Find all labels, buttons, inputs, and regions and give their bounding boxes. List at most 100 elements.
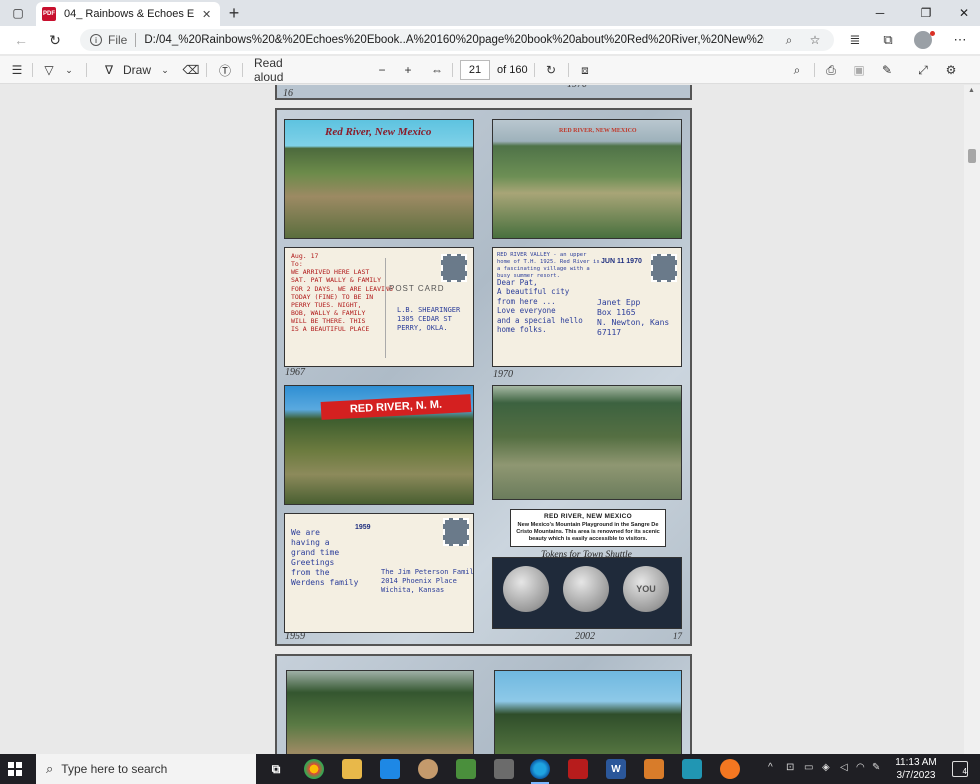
page-total: of 160 — [497, 64, 528, 76]
battery-icon[interactable]: ▭ — [804, 762, 813, 773]
url-text[interactable]: D:/04_%20Rainbows%20&%20Echoes%20Ebook..… — [144, 34, 764, 46]
postmark: JUN 11 1970 — [601, 258, 642, 265]
browser-tab[interactable]: PDF 04_ Rainbows & Echoes Ebook... ✕ — [36, 2, 220, 26]
restore-button[interactable]: ❐ — [906, 0, 946, 26]
caption-title: RED RIVER, NEW MEXICO — [544, 513, 632, 520]
taskbar: ⌕ Type here to search ⧉ W ^ ⊡ ▭ ◈ ◁ ◠ ✎ … — [0, 754, 980, 784]
show-hidden-icons-icon[interactable]: ^ — [768, 762, 773, 773]
postcard-back: We are having a grand time Greetings fro… — [284, 513, 474, 633]
caption-box: RED RIVER, NEW MEXICO New Mexico's Mount… — [510, 509, 666, 547]
close-window-button[interactable]: ✕ — [944, 0, 980, 26]
save-as-icon[interactable]: ✎ — [878, 61, 896, 79]
omnibox[interactable]: i File D:/04_%20Rainbows%20&%20Echoes%20… — [80, 29, 834, 51]
app-icon[interactable] — [456, 759, 476, 779]
start-button[interactable] — [8, 762, 22, 776]
refresh-button[interactable]: ↻ — [44, 30, 66, 50]
taskbar-clock[interactable]: 11:13 AM 3/7/2023 — [888, 756, 944, 782]
page-number-input[interactable]: 21 — [460, 60, 490, 80]
read-aloud-button[interactable]: Read aloud — [254, 56, 312, 84]
settings-gear-icon[interactable]: ⚙ — [942, 61, 960, 79]
highlight-dropdown-icon[interactable]: ⌄ — [62, 61, 76, 79]
notification-center-icon[interactable]: 4 — [952, 761, 968, 777]
handwritten-note: Aug. 17 To: WE ARRIVED HERE LAST SAT. PA… — [291, 252, 393, 334]
scroll-thumb[interactable] — [968, 149, 976, 163]
network-icon[interactable]: ⊡ — [786, 762, 794, 773]
shuttle-token — [503, 566, 549, 612]
clock-time: 11:13 AM — [895, 757, 937, 768]
page-number: 16 — [283, 88, 293, 99]
language-icon[interactable]: ✎ — [872, 762, 880, 773]
postcard-back: RED RIVER VALLEY - an upper home of T.H.… — [492, 247, 682, 367]
toolbar-separator — [206, 63, 207, 77]
favorites-icon[interactable]: ≣ — [845, 31, 865, 49]
shuttle-token: YOU — [623, 566, 669, 612]
edge-icon[interactable] — [530, 759, 550, 779]
print-icon[interactable]: ⎙ — [822, 61, 840, 79]
info-icon[interactable]: i — [90, 34, 102, 46]
app-icon[interactable] — [644, 759, 664, 779]
find-icon[interactable]: ⌕ — [788, 61, 806, 79]
add-text-icon[interactable]: Ⓣ — [216, 61, 234, 79]
page-view-icon[interactable]: ⧈ — [576, 61, 594, 79]
taskbar-search[interactable]: ⌕ Type here to search — [36, 754, 256, 784]
draw-button[interactable]: Draw — [122, 61, 152, 79]
more-menu-icon[interactable]: ⋯ — [950, 31, 970, 49]
draw-dropdown-icon[interactable]: ⌄ — [158, 61, 172, 79]
wifi-icon[interactable]: ◠ — [856, 762, 865, 773]
pdf-viewer[interactable]: 16 1972 1970 Red River, New Mexico RED R… — [0, 85, 980, 754]
new-tab-button[interactable]: + — [224, 3, 244, 23]
search-placeholder: Type here to search — [61, 762, 168, 776]
zoom-in-icon[interactable]: + — [400, 61, 416, 79]
postcard-photo — [286, 670, 474, 754]
postage-stamp — [443, 518, 469, 546]
toolbar-separator — [814, 63, 815, 77]
fit-page-icon[interactable]: ⇔ — [428, 61, 446, 79]
back-button[interactable]: ← — [10, 30, 32, 50]
chrome-icon[interactable] — [304, 759, 324, 779]
file-explorer-icon[interactable] — [342, 759, 362, 779]
highlight-icon[interactable]: ▽ — [40, 61, 58, 79]
word-icon[interactable]: W — [606, 759, 626, 779]
handwritten-note: We are having a grand time Greetings fro… — [291, 528, 359, 587]
postcard-photo — [494, 670, 682, 754]
tab-title: 04_ Rainbows & Echoes Ebook... — [64, 8, 194, 20]
rotate-icon[interactable]: ↻ — [542, 61, 560, 79]
scroll-up-arrow-icon[interactable]: ▲ — [968, 87, 975, 94]
app-icon[interactable] — [568, 759, 588, 779]
tokens-photo: YOU — [492, 557, 682, 629]
close-tab-icon[interactable]: ✕ — [202, 8, 211, 21]
toolbar-separator — [32, 63, 33, 77]
mail-icon[interactable] — [380, 759, 400, 779]
toolbar-separator — [568, 63, 569, 77]
photo-caption: 1959 — [285, 631, 305, 642]
favorite-star-icon[interactable]: ☆ — [806, 32, 824, 48]
draw-icon[interactable]: ∇ — [100, 61, 118, 79]
fullscreen-icon[interactable]: ⤢ — [914, 61, 932, 79]
save-icon[interactable]: ▣ — [850, 61, 868, 79]
postcard-photo — [492, 385, 682, 500]
volume-icon[interactable]: ◁ — [840, 762, 848, 773]
eraser-icon[interactable]: ⌫ — [182, 61, 200, 79]
search-icon: ⌕ — [46, 761, 54, 776]
postage-stamp — [651, 254, 677, 282]
zoom-icon[interactable]: ⌕ — [780, 32, 798, 48]
postcard-photo: RED RIVER, N. M. — [284, 385, 474, 505]
zoom-out-icon[interactable]: − — [374, 61, 390, 79]
collections-icon[interactable]: ⧉ — [878, 31, 898, 49]
tab-actions-icon[interactable]: ▢ — [8, 4, 28, 22]
app-icon[interactable] — [720, 759, 740, 779]
pdf-icon: PDF — [42, 7, 56, 21]
postage-stamp — [441, 254, 467, 282]
app-tray-icon[interactable]: ◈ — [822, 762, 830, 773]
address-bar: ← ↻ i File D:/04_%20Rainbows%20&%20Echoe… — [0, 26, 980, 54]
app-icon[interactable] — [418, 759, 438, 779]
postmark: 1959 — [355, 524, 371, 531]
minimize-button[interactable]: ─ — [860, 0, 900, 26]
postcard-banner: RED RIVER, N. M. — [320, 394, 472, 420]
app-icon[interactable] — [494, 759, 514, 779]
app-icon[interactable] — [682, 759, 702, 779]
vertical-scrollbar[interactable]: ▲ — [964, 85, 980, 754]
task-view-icon[interactable]: ⧉ — [266, 759, 286, 779]
address-text: L.B. SHEARINGER 1305 CEDAR ST PERRY, OKL… — [397, 306, 461, 332]
contents-icon[interactable]: ☰ — [8, 61, 26, 79]
